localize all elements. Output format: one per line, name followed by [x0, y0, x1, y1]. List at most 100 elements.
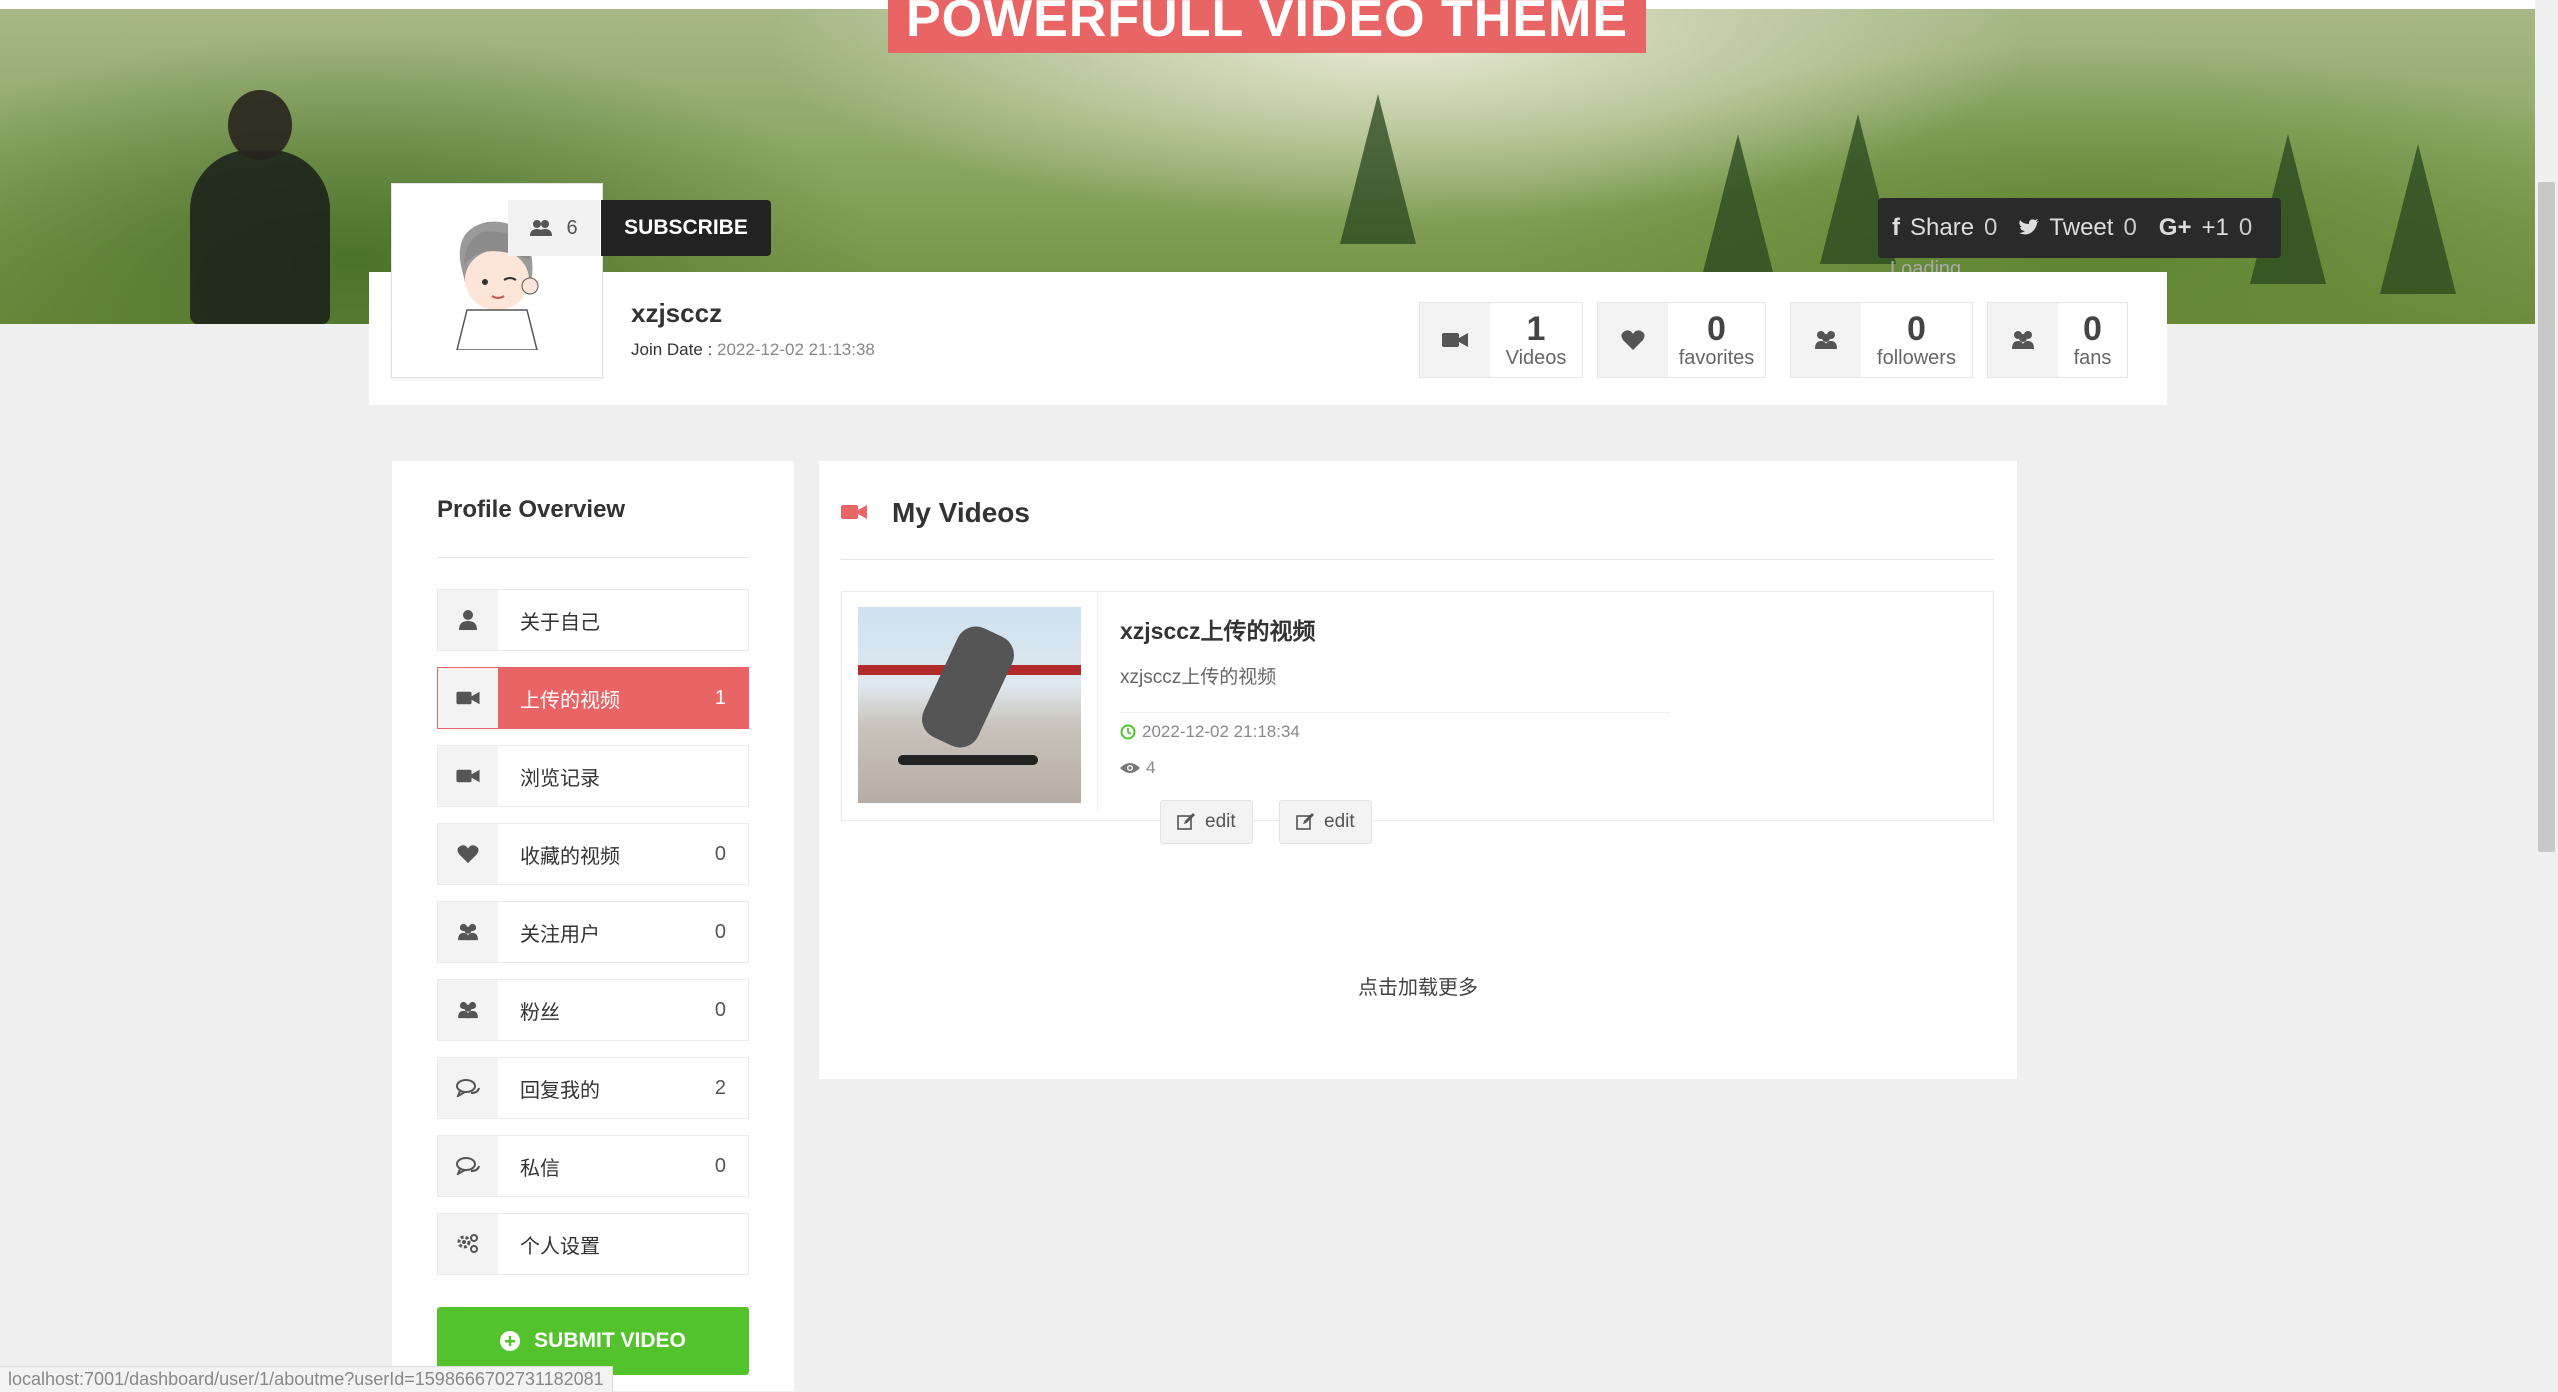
- subscriber-count-value: 6: [566, 216, 578, 239]
- google-plus-button[interactable]: +1: [2201, 214, 2228, 242]
- banner-tree: [2380, 144, 2456, 294]
- edit-label: edit: [1205, 811, 1236, 832]
- sidebar-item-replies[interactable]: 回复我的 2: [437, 1057, 749, 1119]
- section-divider: [841, 559, 1994, 560]
- comments-icon: [438, 1136, 498, 1196]
- stat-fans[interactable]: 0 fans: [1987, 302, 2128, 378]
- stat-favorites-count: 0: [1707, 309, 1726, 348]
- edit-icon: [1177, 813, 1195, 830]
- banner-person: [190, 90, 330, 324]
- video-description: xzjsccz上传的视频: [1120, 667, 1277, 688]
- sidebar-item-label: 上传的视频: [520, 689, 620, 712]
- sidebar-item-label: 关于自己: [520, 611, 600, 634]
- sidebar-item-label: 回复我的: [520, 1079, 600, 1102]
- sidebar-item-count: 0: [714, 998, 726, 1021]
- sidebar-item-uploaded-videos[interactable]: 上传的视频 1: [437, 667, 749, 729]
- users-icon: [438, 902, 498, 962]
- sidebar-item-count: 1: [714, 686, 726, 709]
- stat-followers[interactable]: 0 followers: [1790, 302, 1973, 378]
- stat-favorites[interactable]: 0 favorites: [1597, 302, 1766, 378]
- video-camera-icon: [1420, 303, 1490, 377]
- sidebar-item-fans[interactable]: 粉丝 0: [437, 979, 749, 1041]
- video-card: xzjsccz上传的视频 xzjsccz上传的视频 2022-12-02 21:…: [841, 591, 1994, 844]
- facebook-share-button[interactable]: Share: [1910, 214, 1974, 242]
- subscribe-button[interactable]: SUBSCRIBE: [601, 200, 771, 256]
- sidebar-item-following[interactable]: 关注用户 0: [437, 901, 749, 963]
- subscriber-count: 6: [508, 200, 600, 256]
- users-icon: [438, 980, 498, 1040]
- sidebar-item-favorites[interactable]: 收藏的视频 0: [437, 823, 749, 885]
- loading-text: Loading...: [1890, 258, 1978, 272]
- stat-followers-label: followers: [1877, 346, 1956, 369]
- my-videos-panel: My Videos xzjsccz上传的视频 xzjsccz上传的视频 2022…: [819, 461, 2017, 1079]
- profile-sidebar: Profile Overview 关于自己 上传的视频 1 浏览记录 收藏的视频…: [392, 461, 794, 1391]
- twitter-icon: [2019, 214, 2040, 242]
- sidebar-divider: [437, 557, 749, 558]
- section-title: My Videos: [892, 497, 1030, 528]
- sidebar-item-count: 0: [714, 920, 726, 943]
- video-title[interactable]: xzjsccz上传的视频: [1120, 612, 1316, 646]
- stat-fans-count: 0: [2083, 309, 2102, 348]
- heart-icon: [438, 824, 498, 884]
- video-date: 2022-12-02 21:18:34: [1120, 722, 1300, 742]
- gears-icon: [438, 1214, 498, 1274]
- stat-videos-label: Videos: [1505, 346, 1567, 369]
- sidebar-item-label: 浏览记录: [520, 767, 600, 790]
- comments-icon: [438, 1058, 498, 1118]
- thumbnail-skateboard: [898, 755, 1038, 765]
- video-date-value: 2022-12-02 21:18:34: [1142, 722, 1300, 741]
- users-icon: [530, 220, 553, 236]
- facebook-icon: f: [1892, 214, 1900, 241]
- edit-video-button[interactable]: edit: [1160, 800, 1253, 844]
- heart-icon: [1598, 303, 1668, 377]
- users-icon: [1791, 303, 1861, 377]
- sidebar-item-about[interactable]: 关于自己: [437, 589, 749, 651]
- sidebar-item-count: 2: [714, 1076, 726, 1099]
- sidebar-item-settings[interactable]: 个人设置: [437, 1213, 749, 1275]
- banner-tree: [1340, 94, 1416, 244]
- sidebar-item-messages[interactable]: 私信 0: [437, 1135, 749, 1197]
- edit-video-button[interactable]: edit: [1279, 800, 1372, 844]
- sidebar-item-history[interactable]: 浏览记录: [437, 745, 749, 807]
- facebook-share-count: 0: [1984, 214, 1998, 241]
- edit-label: edit: [1324, 811, 1355, 832]
- join-date-value: 2022-12-02 21:13:38: [717, 340, 875, 359]
- video-views: 4: [1120, 758, 1155, 778]
- banner-tree: [1700, 134, 1776, 284]
- scrollbar-thumb[interactable]: [2538, 182, 2555, 852]
- submit-video-label: SUBMIT VIDEO: [534, 1329, 686, 1352]
- social-share-bar: f Share 0 Tweet 0 G+ +1 0: [1878, 198, 2281, 258]
- video-camera-icon: [438, 668, 498, 728]
- google-plus-icon: G+: [2158, 214, 2192, 241]
- load-more-button[interactable]: 点击加载更多: [819, 971, 2017, 1000]
- google-plus-count: 0: [2238, 214, 2253, 241]
- thumbnail-skater: [915, 619, 1021, 755]
- sidebar-item-count: 0: [714, 1154, 726, 1177]
- sidebar-item-count: 0: [714, 842, 726, 865]
- sidebar-title: Profile Overview: [437, 496, 626, 523]
- video-views-value: 4: [1146, 758, 1156, 777]
- sidebar-item-label: 粉丝: [520, 1001, 560, 1024]
- thumbnail-separator: [1097, 592, 1098, 812]
- user-icon: [438, 590, 498, 650]
- join-date: Join Date : 2022-12-02 21:13:38: [631, 340, 875, 360]
- video-camera-icon: [438, 746, 498, 806]
- submit-video-button[interactable]: SUBMIT VIDEO: [437, 1307, 749, 1375]
- stat-followers-count: 0: [1907, 309, 1926, 348]
- join-date-label: Join Date :: [631, 340, 713, 359]
- profile-username: xzjsccz: [631, 298, 723, 328]
- eye-icon: [1120, 763, 1140, 773]
- stat-fans-label: fans: [2073, 346, 2112, 369]
- status-bar-url: localhost:7001/dashboard/user/1/aboutme?…: [0, 1366, 613, 1392]
- video-thumbnail[interactable]: [858, 607, 1081, 803]
- stat-videos[interactable]: 1 Videos: [1419, 302, 1583, 378]
- sidebar-item-label: 个人设置: [520, 1235, 600, 1258]
- users-icon: [1988, 303, 2058, 377]
- plus-circle-icon: [500, 1331, 521, 1351]
- sidebar-item-label: 关注用户: [520, 923, 600, 946]
- banner-title: POWERFULL VIDEO THEME: [888, 0, 1646, 53]
- sidebar-item-label: 私信: [520, 1157, 560, 1180]
- edit-icon: [1296, 813, 1314, 830]
- stat-videos-count: 1: [1526, 309, 1546, 348]
- tweet-button[interactable]: Tweet: [2049, 214, 2113, 242]
